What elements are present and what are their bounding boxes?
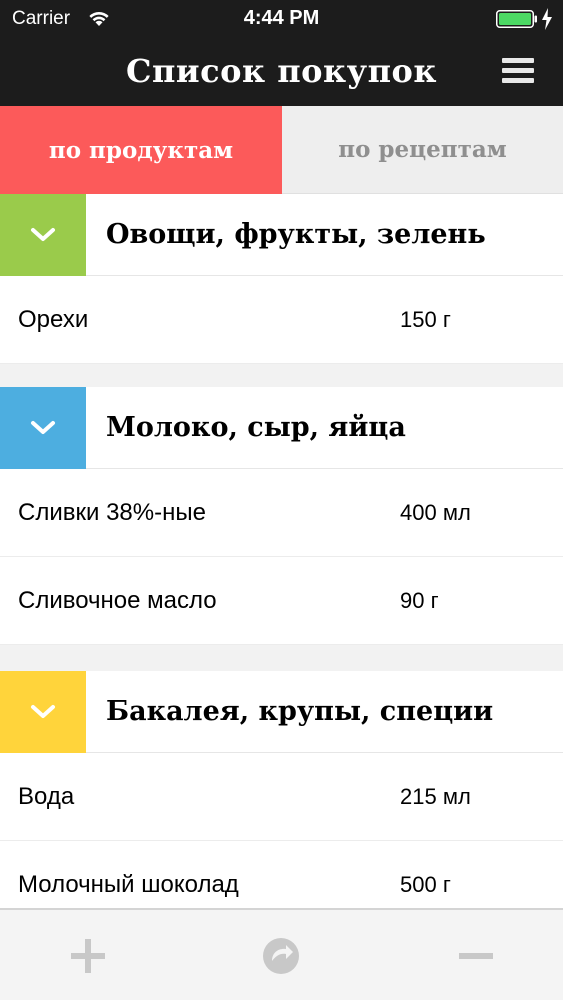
item-name: Сливочное масло xyxy=(18,587,217,614)
list-item[interactable]: Молочный шоколад 500 г xyxy=(0,841,563,908)
collapse-toggle-dairy[interactable] xyxy=(0,387,86,469)
item-name: Молочный шоколад xyxy=(18,871,239,898)
minus-icon xyxy=(459,953,493,959)
category-dairy: Молоко, сыр, яйца Сливки 38%-ные 400 мл … xyxy=(0,387,563,645)
category-header: Молоко, сыр, яйца xyxy=(0,387,563,469)
item-quantity: 500 г xyxy=(400,872,451,897)
status-time: 4:44 PM xyxy=(243,7,320,29)
category-grocery: Бакалея, крупы, специи Вода 215 мл Молоч… xyxy=(0,671,563,908)
item-name: Орехи xyxy=(18,306,89,333)
navigation-bar: Список покупок xyxy=(0,38,563,106)
chevron-down-icon xyxy=(31,228,55,241)
remove-button[interactable] xyxy=(456,936,496,976)
list-item[interactable]: Вода 215 мл xyxy=(0,753,563,841)
refresh-button[interactable] xyxy=(261,936,301,976)
category-title: Молоко, сыр, яйца xyxy=(106,412,406,443)
category-vegetables: Овощи, фрукты, зелень Орехи 150 г xyxy=(0,194,563,364)
page-title: Список покупок xyxy=(126,52,437,90)
collapse-toggle-grocery[interactable] xyxy=(0,671,86,753)
charging-bolt-icon xyxy=(542,8,552,30)
hamburger-menu-icon[interactable] xyxy=(502,56,536,86)
segmented-tabs: по продуктам по рецептам xyxy=(0,106,563,194)
tab-by-products[interactable]: по продуктам xyxy=(0,106,282,194)
battery-icon xyxy=(496,10,537,28)
refresh-icon xyxy=(263,938,299,974)
list-item[interactable]: Сливочное масло 90 г xyxy=(0,557,563,645)
collapse-toggle-vegetables[interactable] xyxy=(0,194,86,276)
category-header: Бакалея, крупы, специи xyxy=(0,671,563,753)
add-button[interactable] xyxy=(68,936,108,976)
item-quantity: 150 г xyxy=(400,307,451,332)
tab-by-recipes[interactable]: по рецептам xyxy=(282,106,563,194)
status-bar: Carrier 4:44 PM xyxy=(0,0,563,38)
category-title: Овощи, фрукты, зелень xyxy=(106,219,486,250)
item-quantity: 215 мл xyxy=(400,784,471,809)
item-name: Сливки 38%-ные xyxy=(18,499,206,526)
chevron-down-icon xyxy=(31,421,55,434)
item-quantity: 400 мл xyxy=(400,500,471,525)
category-header: Овощи, фрукты, зелень xyxy=(0,194,563,276)
plus-icon xyxy=(71,939,105,973)
item-name: Вода xyxy=(18,783,75,810)
item-quantity: 90 г xyxy=(400,588,439,613)
list-item[interactable]: Орехи 150 г xyxy=(0,276,563,364)
list-item[interactable]: Сливки 38%-ные 400 мл xyxy=(0,469,563,557)
shopping-list[interactable]: Овощи, фрукты, зелень Орехи 150 г Молоко… xyxy=(0,194,563,908)
chevron-down-icon xyxy=(31,705,55,718)
bottom-toolbar xyxy=(0,908,563,1000)
category-title: Бакалея, крупы, специи xyxy=(106,696,494,727)
